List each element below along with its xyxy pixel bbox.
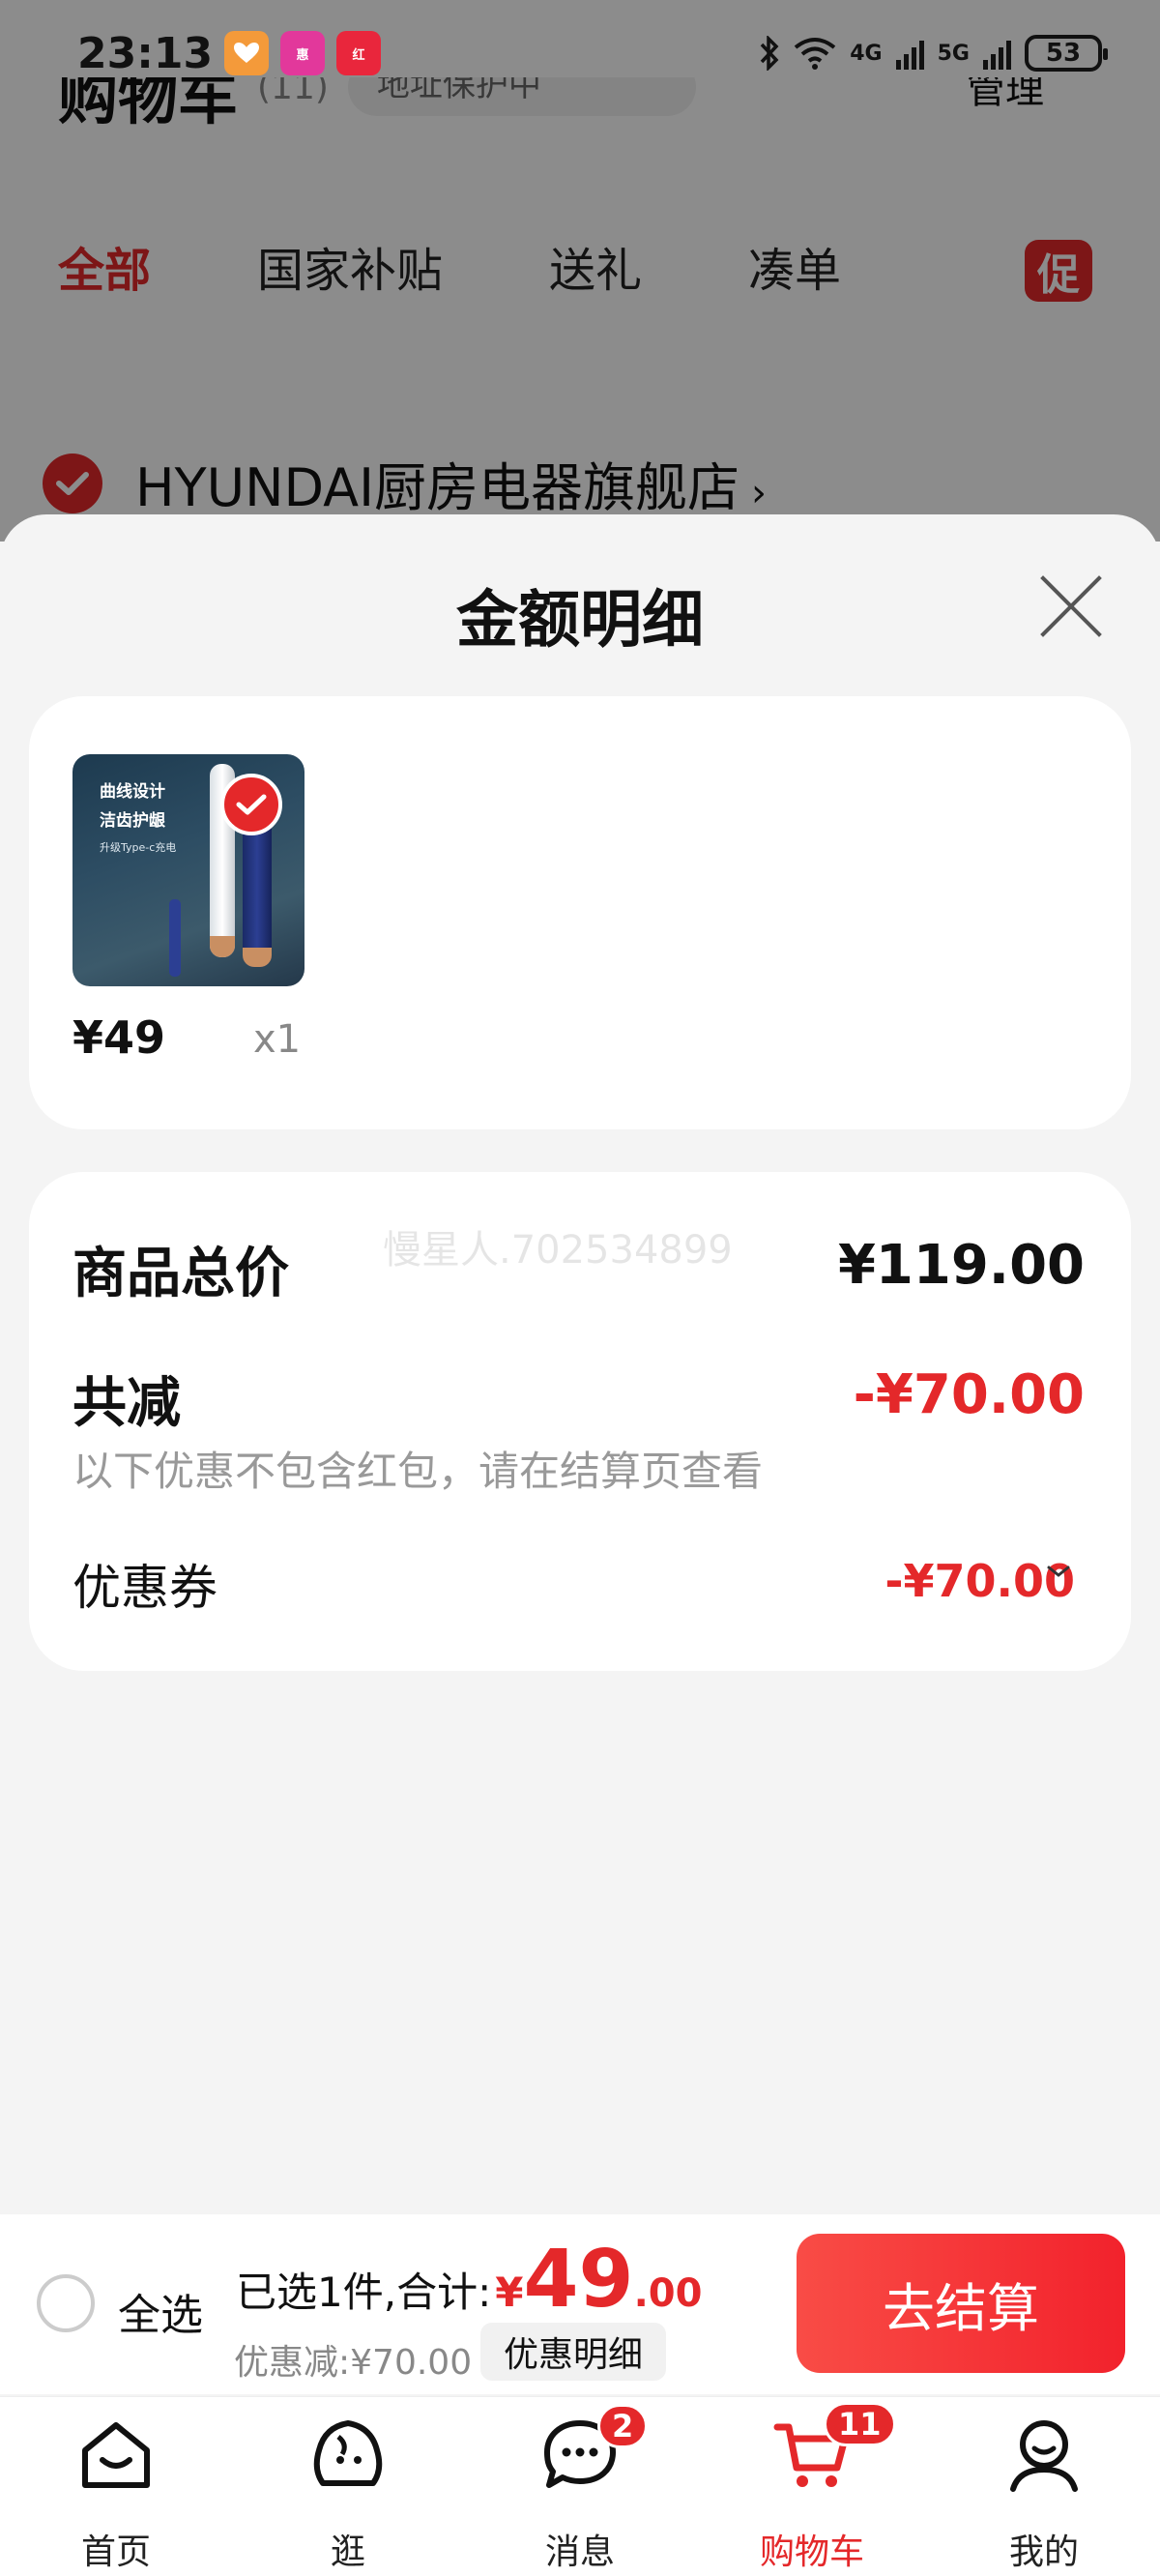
selected-summary-text: 已选1件,合计: (236, 2269, 492, 2316)
watermark: 慢星人.702534899 (383, 1228, 733, 1273)
tabbar-label-messages: 消息 (544, 2532, 615, 2572)
wifi-icon (795, 38, 836, 70)
network-5g-label: 5G (937, 41, 970, 66)
coupon-label[interactable]: 优惠券 (72, 1549, 218, 1619)
tabbar-item-cart[interactable]: 11 购物车 (735, 2402, 896, 2572)
battery-icon: 53 (1025, 35, 1108, 72)
total-amount-integer: 49 (523, 2234, 634, 2326)
cart-badge: 11 (824, 2402, 896, 2446)
xiaohongshu-app-icon: 红 (336, 31, 382, 75)
reduction-note: 以下优惠不包含红包，请在结算页查看 (72, 1448, 764, 1495)
browse-icon (313, 2420, 383, 2486)
bluetooth-icon (760, 36, 779, 71)
chevron-down-icon[interactable] (1046, 1559, 1071, 1584)
toothbrush-blue-shape (243, 812, 272, 967)
discount-summary: 优惠减:¥70.00 (234, 2343, 473, 2383)
signal-4g-icon (895, 37, 924, 70)
network-4g-label: 4G (850, 41, 883, 66)
tabbar-item-profile[interactable]: 我的 (967, 2408, 1121, 2572)
item-price: ¥49 (72, 1011, 166, 1064)
status-icons: 4G 5G 53 (759, 35, 1108, 72)
select-all-checkbox[interactable] (37, 2274, 95, 2332)
health-app-icon (224, 31, 270, 75)
tabbar-label-browse: 逛 (330, 2532, 365, 2572)
cart-page-background: 购物车 (11) 地址保护中 管理 全部 国家补贴 送礼 凑单 促 HYUNDA… (0, 0, 1160, 542)
signal-5g-icon (983, 37, 1011, 70)
tabbar-item-browse[interactable]: 逛 (271, 2408, 425, 2572)
sheet-title: 金额明细 (456, 585, 704, 657)
tabbar-item-home[interactable]: 首页 (39, 2408, 193, 2572)
close-icon[interactable] (1034, 571, 1106, 642)
item-quantity: x1 (253, 1017, 302, 1062)
total-amount-decimal: .00 (633, 2271, 703, 2316)
total-price-label: 商品总价 (72, 1243, 289, 1305)
total-reduction-label: 共减 (72, 1372, 181, 1435)
checkout-summary: 已选1件,合计: ¥ 49 .00 (236, 2234, 702, 2326)
home-icon (82, 2422, 150, 2488)
discount-detail-button[interactable]: 优惠明细 (480, 2323, 666, 2381)
tabbar-label-home: 首页 (80, 2532, 151, 2572)
messages-badge: 2 (597, 2404, 649, 2448)
tabbar-label-profile: 我的 (1008, 2532, 1079, 2572)
tabbar-label-cart: 购物车 (759, 2532, 864, 2572)
total-price-value: ¥119.00 (837, 1234, 1085, 1297)
shopping-app-icon: 惠 (280, 31, 326, 75)
profile-icon (1010, 2420, 1078, 2492)
status-bar: 23:13 惠 红 4G 5G 53 (0, 0, 1160, 106)
status-time: 23:13 (77, 28, 214, 78)
tabbar-item-messages[interactable]: 2 消息 (503, 2404, 657, 2572)
toothbrush-head-shape (169, 899, 181, 977)
product-image-text-3: 升级Type-c充电 (100, 841, 177, 854)
product-image-text-2: 洁齿护龈 (100, 811, 165, 831)
product-image-text-1: 曲线设计 (100, 782, 165, 802)
select-all-label[interactable]: 全选 (118, 2280, 203, 2342)
total-currency: ¥ (495, 2269, 524, 2316)
total-reduction-value: -¥70.00 (853, 1363, 1085, 1426)
checkout-button[interactable]: 去结算 (797, 2234, 1125, 2373)
item-selected-check-icon[interactable] (220, 774, 282, 835)
